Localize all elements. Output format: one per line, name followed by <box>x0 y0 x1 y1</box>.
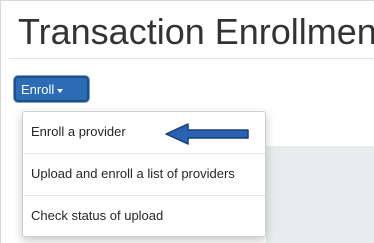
menu-item-upload-list[interactable]: Upload and enroll a list of providers <box>23 154 265 194</box>
frame-left-border <box>0 0 1 243</box>
frame-top-border <box>0 0 374 1</box>
enroll-button-label: Enroll <box>21 82 55 97</box>
enroll-dropdown-button[interactable]: Enroll <box>14 76 89 102</box>
menu-item-check-status[interactable]: Check status of upload <box>23 196 265 236</box>
caret-down-icon <box>57 88 64 93</box>
background-panel <box>266 146 374 243</box>
title-divider <box>9 58 374 59</box>
page-title: Transaction Enrollment <box>18 11 374 52</box>
left-arrow-icon <box>165 123 249 145</box>
